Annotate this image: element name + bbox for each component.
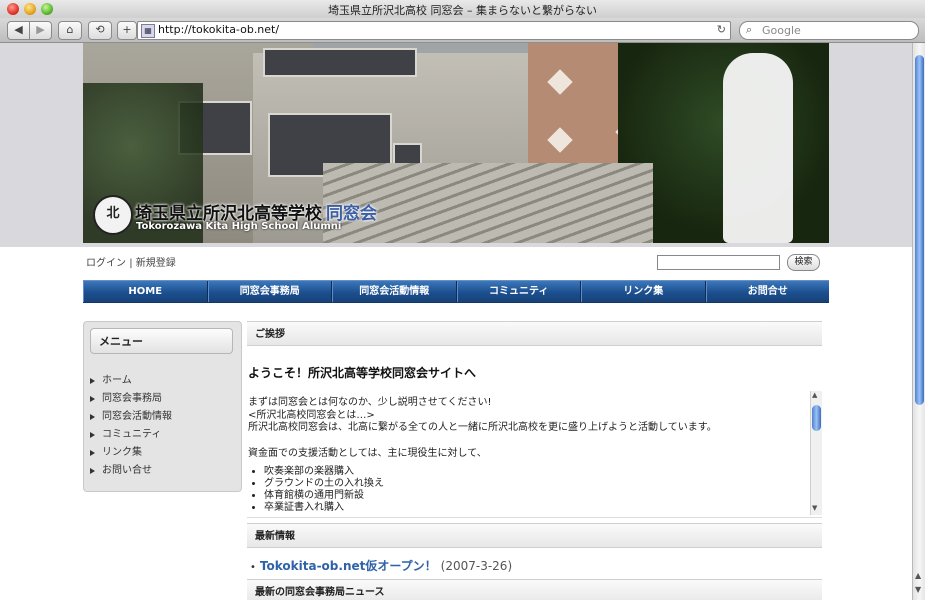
news-link[interactable]: Tokokita-ob.net仮オープン！ bbox=[260, 559, 437, 573]
welcome-heading: ようこそ！所沢北高等学校同窓会サイトへ bbox=[248, 366, 477, 380]
list-item: 吹奏楽部の楽器購入 bbox=[264, 466, 798, 478]
message-scroll-thumb[interactable] bbox=[812, 405, 821, 431]
nav-home[interactable]: HOME bbox=[83, 281, 208, 302]
browser-search-field[interactable]: ⌕ Google bbox=[739, 21, 919, 40]
sidebar-item-community[interactable]: コミュニティ bbox=[90, 426, 172, 444]
greeting-message-box[interactable]: まずは同窓会とは何なのか、少し説明させてください! <所沢北高校同窓会とは…> … bbox=[247, 391, 822, 518]
sidebar-item-links[interactable]: リンク集 bbox=[90, 444, 172, 462]
login-link[interactable]: ログイン bbox=[86, 258, 126, 269]
scroll-up-arrow-icon[interactable]: ▲ bbox=[915, 571, 921, 580]
news-item: • Tokokita-ob.net仮オープン！ (2007-3-26) bbox=[250, 557, 512, 574]
scroll-up-icon[interactable]: ▲ bbox=[812, 391, 817, 399]
greeting-line: 資金面での支援活動としては、主に現役生に対して、 bbox=[248, 447, 487, 459]
add-bookmark-button[interactable]: + bbox=[117, 21, 137, 40]
reload-icon[interactable]: ↻ bbox=[717, 23, 726, 36]
back-button[interactable]: ◀ bbox=[7, 21, 30, 40]
scroll-down-icon[interactable]: ▼ bbox=[812, 504, 817, 512]
office-news-section-title: 最新の同窓会事務局ニュース bbox=[247, 579, 822, 600]
browser-toolbar: ◀ ▶ ⌂ ⟲ + ▦ http://tokokita-ob.net/ ↻ ⌕ … bbox=[0, 18, 925, 43]
header-banner: 北 埼玉県立所沢北高等学校 同窓会 Tokorozawa Kita High Sc… bbox=[83, 43, 829, 243]
search-icon: ⌕ bbox=[746, 23, 753, 36]
message-scrollbar[interactable]: ▲ ▼ bbox=[810, 391, 822, 515]
home-button[interactable]: ⌂ bbox=[58, 21, 82, 40]
main-nav: HOME 同窓会事務局 同窓会活動情報 コミュニティ リンク集 お問合せ bbox=[83, 280, 829, 303]
window-titlebar: 埼玉県立所沢北高校 同窓会 – 集まらないと繋がらない bbox=[0, 0, 925, 19]
sidebar-item-contact[interactable]: お問い合せ bbox=[90, 462, 172, 480]
forward-button[interactable]: ▶ bbox=[29, 21, 52, 40]
history-button[interactable]: ⟲ bbox=[88, 21, 112, 40]
site-subtitle: Tokorozawa Kita High School Alumni bbox=[136, 221, 342, 232]
sidebar-item-home[interactable]: ホーム bbox=[90, 372, 172, 390]
site-search-button[interactable]: 検索 bbox=[787, 254, 820, 271]
school-emblem-icon: 北 bbox=[93, 195, 133, 235]
page-scrollbar[interactable]: ▲ ▼ bbox=[912, 43, 925, 600]
scroll-down-arrow-icon[interactable]: ▼ bbox=[915, 585, 921, 594]
list-item: 卒業証書入れ購入 bbox=[264, 502, 798, 514]
greeting-line: 所沢北高校同窓会は、北高に繋がる全ての人と一緒に所沢北高校を更に盛り上げようと活… bbox=[248, 422, 717, 433]
bullet-icon: • bbox=[250, 562, 256, 573]
site-search-input[interactable] bbox=[657, 255, 780, 270]
greeting-message: まずは同窓会とは何なのか、少し説明させてください! <所沢北高校同窓会とは…> … bbox=[248, 397, 798, 514]
login-separator: | bbox=[129, 258, 133, 269]
news-section-title: 最新情報 bbox=[247, 523, 822, 548]
address-bar[interactable]: ▦ http://tokokita-ob.net/ ↻ bbox=[137, 21, 731, 40]
sidebar-list: ホーム 同窓会事務局 同窓会活動情報 コミュニティ リンク集 お問い合せ bbox=[90, 372, 172, 480]
favicon-icon: ▦ bbox=[141, 24, 155, 38]
web-page: 北 埼玉県立所沢北高等学校 同窓会 Tokorozawa Kita High Sc… bbox=[0, 43, 912, 600]
nav-community[interactable]: コミュニティ bbox=[456, 281, 581, 302]
list-item: 体育館横の通用門新設 bbox=[264, 490, 798, 502]
page-scroll-thumb[interactable] bbox=[915, 55, 924, 405]
window-title: 埼玉県立所沢北高校 同窓会 – 集まらないと繋がらない bbox=[328, 4, 597, 17]
news-date: (2007-3-26) bbox=[440, 559, 513, 573]
list-item: グラウンドの土の入れ換え bbox=[264, 478, 798, 490]
greeting-line: まずは同窓会とは何なのか、少し説明させてください! bbox=[248, 397, 492, 408]
sidebar-title: メニュー bbox=[90, 328, 233, 354]
register-link[interactable]: 新規登録 bbox=[136, 258, 176, 269]
greeting-section-title: ご挨拶 bbox=[247, 321, 822, 346]
greeting-line: <所沢北高校同窓会とは…> bbox=[248, 409, 375, 421]
nav-alumni-office[interactable]: 同窓会事務局 bbox=[207, 281, 332, 302]
sidebar-item-activities[interactable]: 同窓会活動情報 bbox=[90, 408, 172, 426]
nav-links[interactable]: リンク集 bbox=[581, 281, 706, 302]
nav-contact[interactable]: お問合せ bbox=[705, 281, 829, 302]
nav-activities[interactable]: 同窓会活動情報 bbox=[332, 281, 457, 302]
banner-silhouette bbox=[723, 53, 793, 243]
search-placeholder: Google bbox=[762, 24, 801, 37]
sidebar-item-alumni-office[interactable]: 同窓会事務局 bbox=[90, 390, 172, 408]
url-text: http://tokokita-ob.net/ bbox=[158, 23, 280, 36]
sidebar-menu: メニュー ホーム 同窓会事務局 同窓会活動情報 コミュニティ リンク集 お問い合… bbox=[83, 321, 242, 492]
support-list: 吹奏楽部の楽器購入 グラウンドの土の入れ換え 体育館横の通用門新設 卒業証書入れ… bbox=[248, 466, 798, 514]
login-links: ログイン | 新規登録 bbox=[86, 254, 176, 269]
